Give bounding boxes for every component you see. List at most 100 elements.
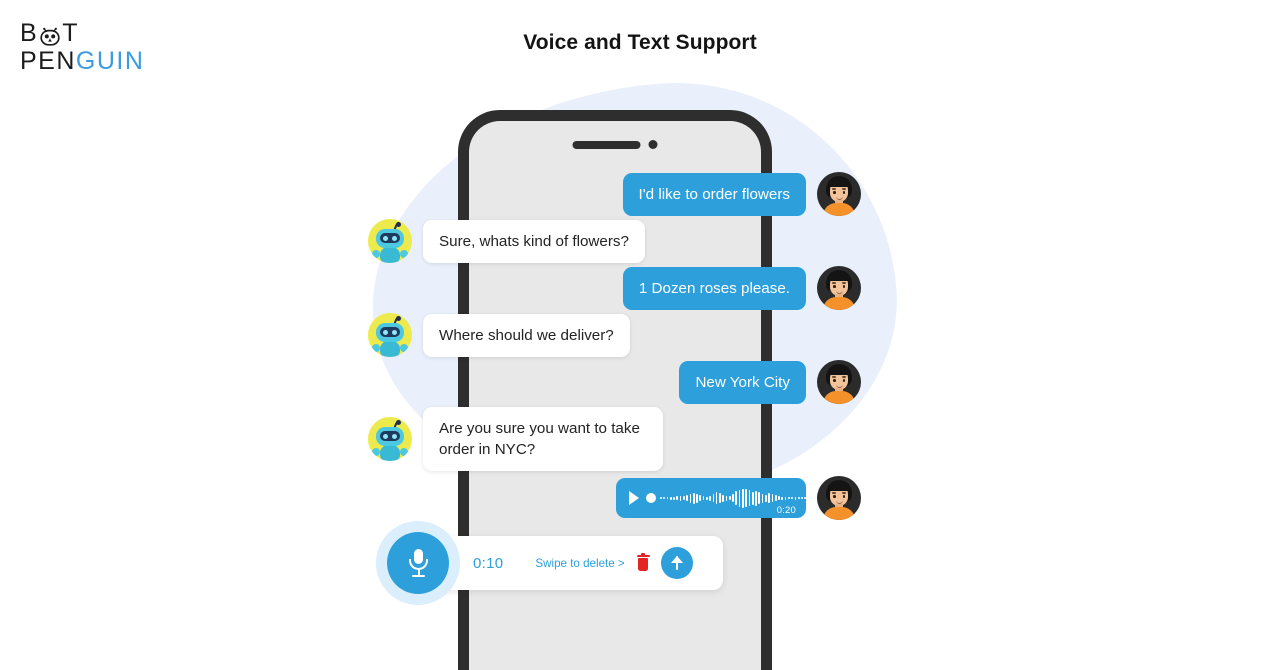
waveform-bar xyxy=(781,496,784,500)
waveform-bar xyxy=(742,488,744,508)
scrubber-dot-icon[interactable] xyxy=(646,493,656,503)
swipe-to-delete-hint[interactable]: Swipe to delete > xyxy=(535,557,624,570)
avatar-eye-right xyxy=(842,191,846,194)
avatar-shirt xyxy=(823,203,855,216)
chat-message-bot: Where should we deliver? xyxy=(368,313,630,357)
waveform-bar xyxy=(689,493,692,503)
waveform-bar xyxy=(666,497,669,499)
waveform-bar xyxy=(709,495,711,501)
avatar-hair-top xyxy=(828,271,850,281)
user-avatar xyxy=(817,360,861,404)
message-bubble: Where should we deliver? xyxy=(423,313,630,357)
waveform-bar xyxy=(791,497,793,499)
chat-message-voice: 0:20 xyxy=(616,476,861,520)
waveform-bar xyxy=(797,497,800,499)
waveform-bar xyxy=(673,496,675,500)
avatar-eye-left xyxy=(833,379,836,382)
waveform-bar xyxy=(663,497,665,499)
message-bubble: Sure, whats kind of flowers? xyxy=(423,219,645,263)
avatar-brow-right xyxy=(842,188,846,190)
waveform-bar xyxy=(696,493,698,503)
bot-avatar xyxy=(368,417,412,461)
robot-antenna-ball xyxy=(396,222,401,227)
robot-arm-left xyxy=(372,250,380,258)
avatar-shirt xyxy=(823,507,855,520)
message-bubble: I'd like to order flowers xyxy=(622,172,806,216)
arrow-up-shaft xyxy=(675,556,678,570)
waveform-bar xyxy=(676,496,679,500)
illustration-scene: I'd like to order flowers Sure, whats ki… xyxy=(0,0,1280,670)
robot-eye-left xyxy=(383,330,388,335)
chat-message-user: New York City xyxy=(679,360,861,404)
avatar-brow-left xyxy=(832,282,836,284)
microphone-button[interactable] xyxy=(387,532,449,594)
avatar-brow-left xyxy=(832,188,836,190)
robot-arm-right xyxy=(400,448,408,456)
avatar-hair-top xyxy=(828,365,850,375)
robot-eye-left xyxy=(383,236,388,241)
waveform-bar xyxy=(702,496,705,500)
message-bubble: New York City xyxy=(679,360,806,404)
microphone-button-wrapper[interactable] xyxy=(376,521,460,605)
waveform-bar xyxy=(758,492,761,504)
chat-message-user: 1 Dozen roses please. xyxy=(622,266,861,310)
waveform-bar xyxy=(768,493,770,503)
robot-arm-right xyxy=(400,250,408,258)
avatar-hair-top xyxy=(828,481,850,491)
voice-record-bar: 0:10 Swipe to delete > xyxy=(433,536,723,590)
avatar-brow-left xyxy=(832,376,836,378)
avatar-brow-right xyxy=(842,282,846,284)
waveform-bar xyxy=(692,492,695,504)
waveform-bar xyxy=(686,495,688,501)
avatar-brow-left xyxy=(832,492,836,494)
avatar-brow-right xyxy=(842,492,846,494)
bot-avatar xyxy=(368,219,412,263)
robot-antenna-ball xyxy=(396,316,401,321)
waveform-bar xyxy=(660,497,662,499)
message-bubble: 1 Dozen roses please. xyxy=(622,266,806,310)
waveform-bar xyxy=(679,495,682,501)
chat-message-user: I'd like to order flowers xyxy=(622,172,861,216)
robot-arm-left xyxy=(372,448,380,456)
trash-lid xyxy=(636,554,650,558)
avatar-shirt xyxy=(823,297,855,310)
waveform-bar xyxy=(705,496,708,500)
voice-duration: 0:20 xyxy=(776,505,796,516)
waveform-bar xyxy=(725,495,728,501)
avatar-eye-left xyxy=(833,285,836,288)
waveform-bar xyxy=(778,496,780,500)
trash-can-body xyxy=(638,558,649,572)
chat-message-bot: Are you sure you want to take order in N… xyxy=(368,407,663,471)
voice-message-player[interactable]: 0:20 xyxy=(616,478,807,518)
robot-body xyxy=(380,341,400,357)
play-icon[interactable] xyxy=(629,491,639,505)
waveform-bar xyxy=(719,493,721,503)
robot-arm-left xyxy=(372,344,380,352)
avatar-eye-right xyxy=(842,495,846,498)
waveform-bar xyxy=(761,493,764,503)
robot-body xyxy=(380,445,400,461)
waveform-bar xyxy=(784,496,787,500)
waveform-bar xyxy=(751,491,754,505)
waveform-bar xyxy=(732,494,734,502)
robot-antenna-ball xyxy=(396,420,401,425)
recording-timer: 0:10 xyxy=(473,554,504,572)
avatar-eye-right xyxy=(842,379,846,382)
waveform-bar xyxy=(745,489,747,507)
send-button[interactable] xyxy=(660,547,693,579)
waveform-bar xyxy=(755,490,757,506)
robot-eye-right xyxy=(392,434,397,439)
waveform-bar xyxy=(669,496,672,500)
chat-thread: I'd like to order flowers Sure, whats ki… xyxy=(0,0,1280,628)
waveform-bar xyxy=(712,494,715,502)
chat-message-bot: Sure, whats kind of flowers? xyxy=(368,219,645,263)
trash-icon[interactable] xyxy=(636,552,650,572)
avatar-eye-right xyxy=(842,285,846,288)
waveform-bar xyxy=(715,492,718,504)
avatar-shirt xyxy=(823,391,855,404)
waveform-bar xyxy=(774,495,777,501)
user-avatar xyxy=(817,172,861,216)
waveform-bar xyxy=(794,496,797,500)
waveform-bar xyxy=(738,489,741,507)
bot-avatar xyxy=(368,313,412,357)
